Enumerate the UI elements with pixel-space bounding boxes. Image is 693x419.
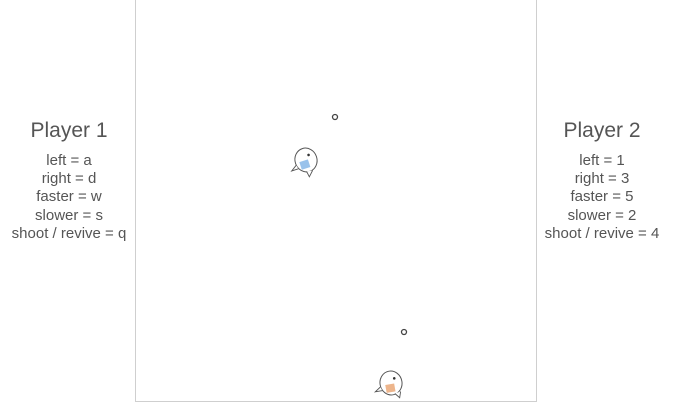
player1-control-slower: slower = s — [35, 206, 103, 224]
player1-title: Player 1 — [30, 119, 108, 142]
player2-title: Player 2 — [563, 119, 641, 142]
player1-bullet-icon — [331, 113, 339, 121]
player1-control-right: right = d — [41, 170, 97, 188]
player2-control-faster: faster = 5 — [570, 188, 634, 206]
player1-ship-icon — [290, 147, 318, 178]
player2-control-right: right = 3 — [574, 170, 630, 188]
player2-control-left: left = 1 — [579, 152, 625, 169]
player2-control-slower: slower = 2 — [567, 206, 637, 224]
player1-control-shoot: shoot / revive = q — [11, 224, 127, 242]
player2-bullet-icon — [400, 328, 408, 336]
player1-panel: Player 1 left = a right = d faster = w s… — [0, 118, 138, 243]
game-stage: Player 1 left = a right = d faster = w s… — [0, 0, 693, 419]
game-field[interactable] — [135, 0, 537, 402]
player2-ship-icon — [373, 370, 403, 399]
player2-panel: Player 2 left = 1 right = 3 faster = 5 s… — [537, 118, 667, 243]
player1-control-faster: faster = w — [36, 188, 102, 206]
player1-control-left: left = a — [46, 152, 92, 169]
player2-control-shoot: shoot / revive = 4 — [544, 224, 660, 242]
game-canvas[interactable] — [136, 0, 536, 401]
